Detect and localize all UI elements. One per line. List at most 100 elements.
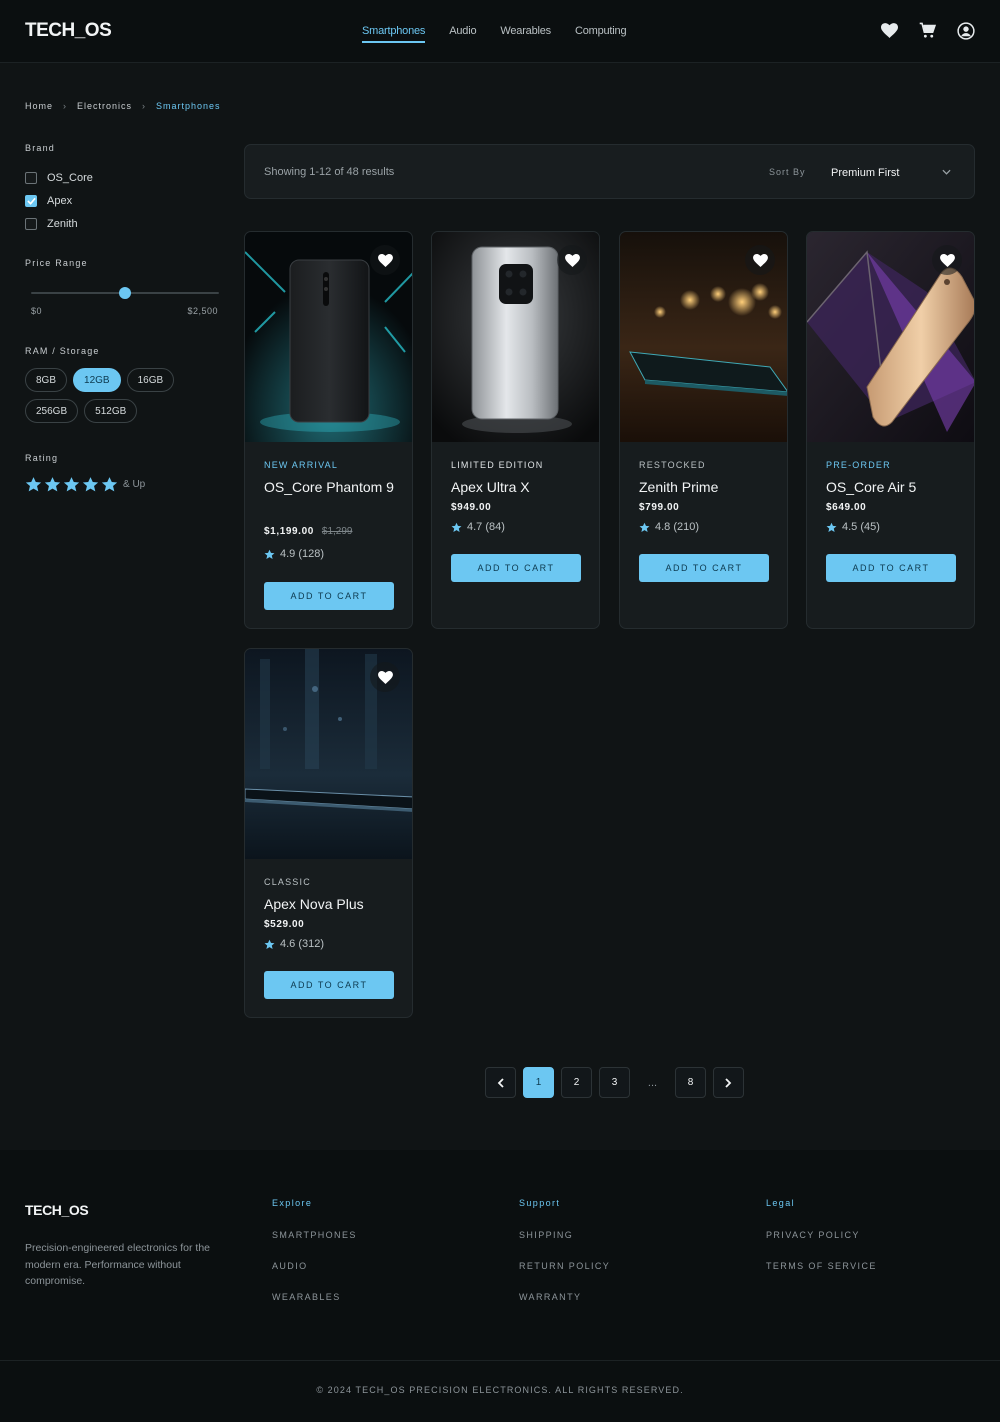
heart-icon[interactable] [880,21,899,40]
star-icon [451,522,462,532]
ram-chip-512gb[interactable]: 512GB [84,399,138,423]
product-card[interactable]: PRE-ORDER OS_Core Air 5 $649.00 4.5 (45)… [806,231,975,629]
footer-column-title: Support [519,1198,561,1208]
product-name[interactable]: Apex Nova Plus [264,894,399,915]
breadcrumb-electronics[interactable]: Electronics [77,101,132,111]
footer-link-shipping[interactable]: SHIPPING [519,1230,610,1261]
check-icon [26,197,36,205]
footer-link-privacy-policy[interactable]: PRIVACY POLICY [766,1230,877,1261]
product-price: $529.00 [264,919,305,930]
product-tag: PRE-ORDER [826,460,891,470]
product-card[interactable]: RESTOCKED Zenith Prime $799.00 4.8 (210)… [619,231,788,629]
footer-column-support: Support SHIPPING RETURN POLICY WARRANTY [519,1198,610,1323]
page-button-3[interactable]: 3 [599,1067,630,1098]
copyright: © 2024 TECH_OS PRECISION ELECTRONICS. AL… [316,1385,684,1395]
checkbox-checked[interactable] [25,194,37,207]
product-name[interactable]: Zenith Prime [639,477,774,498]
page-button-2[interactable]: 2 [561,1067,592,1098]
product-name[interactable]: OS_Core Air 5 [826,477,961,498]
ram-chip-256gb[interactable]: 256GB [25,399,79,423]
footer-column-legal: Legal PRIVACY POLICY TERMS OF SERVICE [766,1198,877,1292]
rating-filter[interactable]: & Up [25,476,145,493]
results-count: Showing 1-12 of 48 results [264,166,395,178]
favorite-button[interactable] [745,245,775,275]
breadcrumb-home[interactable]: Home [25,101,53,111]
cart-icon[interactable] [918,21,937,40]
nav-item-wearables[interactable]: Wearables [500,0,551,63]
product-price: $949.00 [451,502,492,513]
footer-link-audio[interactable]: AUDIO [272,1261,357,1292]
star-icon [264,549,275,559]
footer-column-explore: Explore SMARTPHONES AUDIO WEARABLES [272,1198,357,1323]
brand-label: Apex [47,194,73,207]
pagination: 1 2 3 ... 8 [485,1067,744,1098]
footer-link-warranty[interactable]: WARRANTY [519,1292,610,1323]
nav-label: Audio [449,25,477,37]
add-to-cart-button[interactable]: ADD TO CART [264,582,394,610]
next-page-button[interactable] [713,1067,744,1098]
nav-item-audio[interactable]: Audio [449,0,476,63]
footer-link-smartphones[interactable]: SMARTPHONES [272,1230,357,1261]
checkbox[interactable] [25,171,37,184]
sort-bar: Showing 1-12 of 48 results Sort By Premi… [244,144,975,199]
heart-icon [564,253,580,267]
footer-link-return-policy[interactable]: RETURN POLICY [519,1261,610,1292]
product-card[interactable]: LIMITED EDITION Apex Ultra X $949.00 4.7… [431,231,600,629]
rating-stars [25,476,120,493]
star-icon [44,477,61,492]
add-to-cart-button[interactable]: ADD TO CART [826,554,956,582]
product-price-row: $1,199.00 $1,299 [264,526,352,537]
product-card[interactable]: NEW ARRIVAL OS_Core Phantom 9 $1,199.00 $… [244,231,413,629]
rating-suffix: & Up [123,479,146,490]
prev-page-button[interactable] [485,1067,516,1098]
product-tag: CLASSIC [264,877,311,887]
favorite-button[interactable] [932,245,962,275]
product-rating: 4.5 (45) [826,521,880,533]
product-name[interactable]: OS_Core Phantom 9 [264,477,399,498]
slider-thumb[interactable] [119,287,131,299]
footer-link-wearables[interactable]: WEARABLES [272,1292,357,1323]
add-to-cart-button[interactable]: ADD TO CART [639,554,769,582]
product-name[interactable]: Apex Ultra X [451,477,586,498]
footer-link-terms-of-service[interactable]: TERMS OF SERVICE [766,1261,877,1292]
nav-item-smartphones[interactable]: Smartphones [362,0,425,63]
rating-text: 4.7 (84) [467,521,505,533]
star-icon [264,939,275,949]
footer-column-title: Legal [766,1198,796,1208]
favorite-button[interactable] [370,662,400,692]
product-old-price: $1,299 [321,526,353,537]
logo[interactable]: TECH_OS [25,20,112,42]
account-icon[interactable] [956,21,975,40]
filter-title-brand: Brand [25,143,56,153]
header-actions [880,21,975,40]
brand-option-apex[interactable]: Apex [25,189,93,212]
product-rating: 4.6 (312) [264,938,324,950]
checkbox[interactable] [25,217,37,230]
add-to-cart-button[interactable]: ADD TO CART [451,554,581,582]
sort-select[interactable]: Premium First [831,159,951,187]
ram-chip-8gb[interactable]: 8GB [25,368,68,392]
price-range-slider[interactable] [31,287,219,299]
ram-chip-12gb[interactable]: 12GB [73,368,121,392]
page-button-8[interactable]: 8 [675,1067,706,1098]
product-price-row: $649.00 [826,502,866,513]
product-price-row: $529.00 [264,919,304,930]
favorite-button[interactable] [557,245,587,275]
brand-option-os-core[interactable]: OS_Core [25,166,93,189]
favorite-button[interactable] [370,245,400,275]
nav-item-computing[interactable]: Computing [575,0,627,63]
add-to-cart-button[interactable]: ADD TO CART [264,971,394,999]
footer: TECH_OS Precision-engineered electronics… [0,1150,1000,1422]
brand-option-zenith[interactable]: Zenith [25,212,93,235]
brand-label: Zenith [47,217,78,230]
star-icon [101,477,118,492]
product-card[interactable]: CLASSIC Apex Nova Plus $529.00 4.6 (312)… [244,648,413,1018]
footer-divider [0,1360,1000,1361]
filter-title-rating: Rating [25,453,59,463]
footer-logo[interactable]: TECH_OS [25,1202,89,1218]
page-button-1[interactable]: 1 [523,1067,554,1098]
ram-filter: 8GB 12GB 16GB 256GB 512GB [25,368,215,423]
product-rating: 4.9 (128) [264,548,324,560]
ram-chip-16gb[interactable]: 16GB [126,368,175,392]
chevron-right-icon: › [142,101,147,111]
